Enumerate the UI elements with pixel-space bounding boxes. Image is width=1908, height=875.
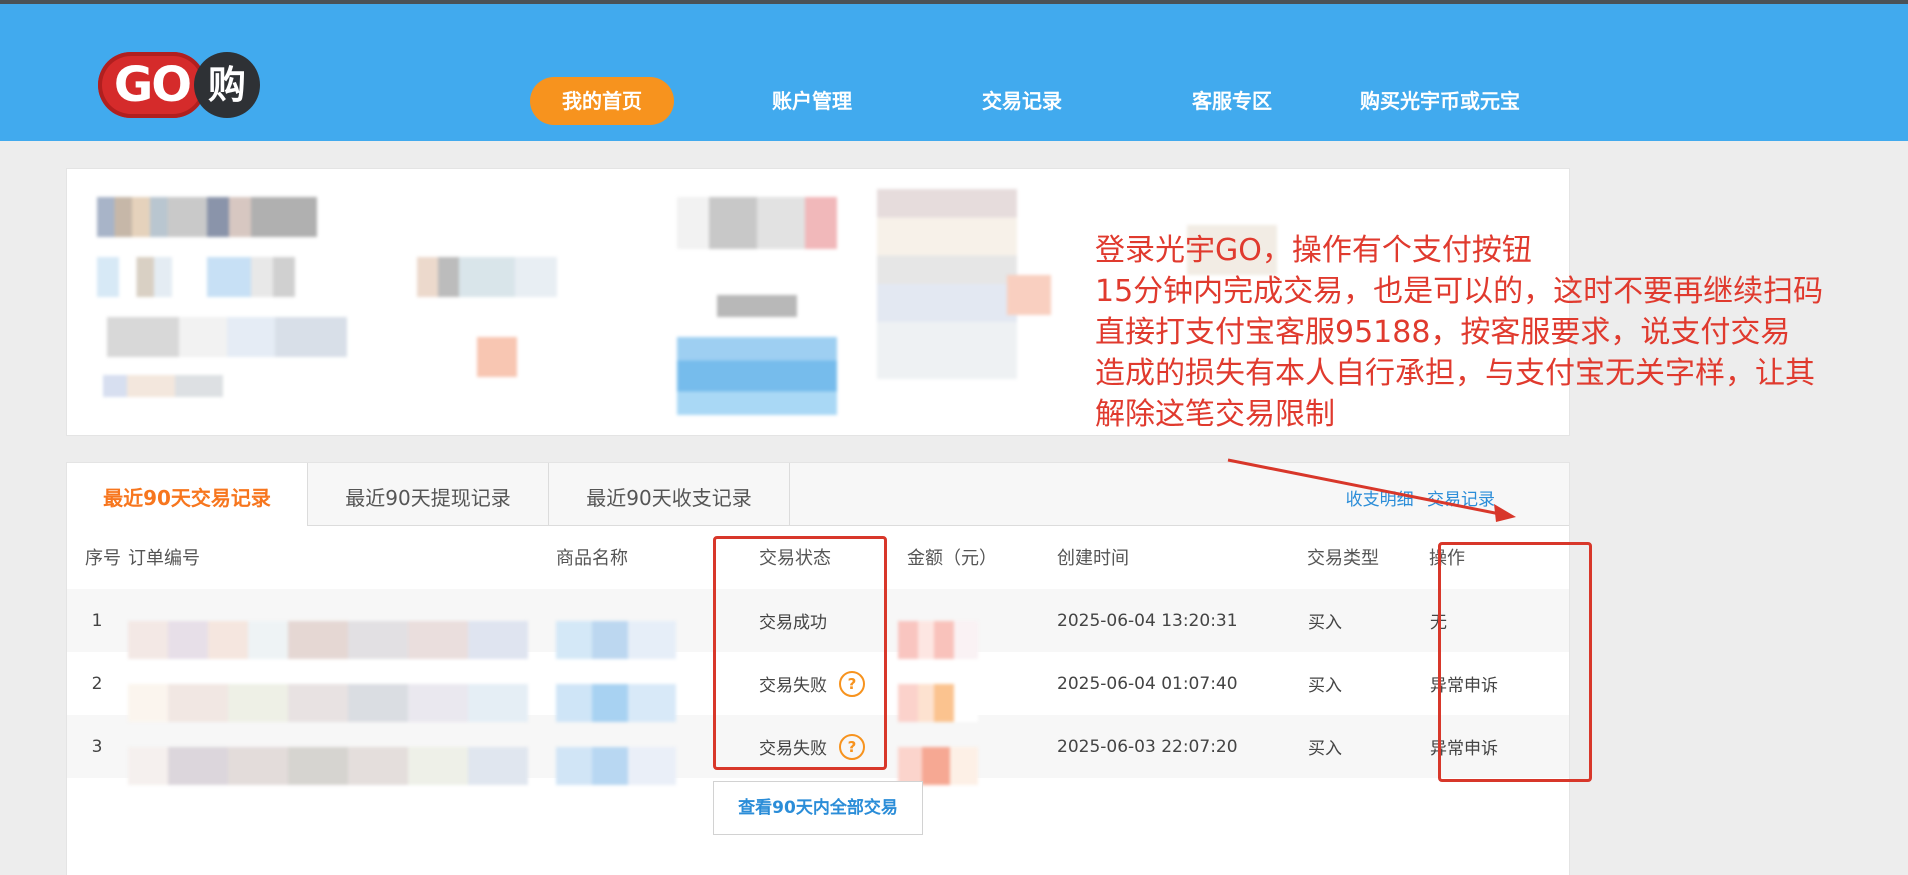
annotation-arrow bbox=[1227, 458, 1516, 522]
